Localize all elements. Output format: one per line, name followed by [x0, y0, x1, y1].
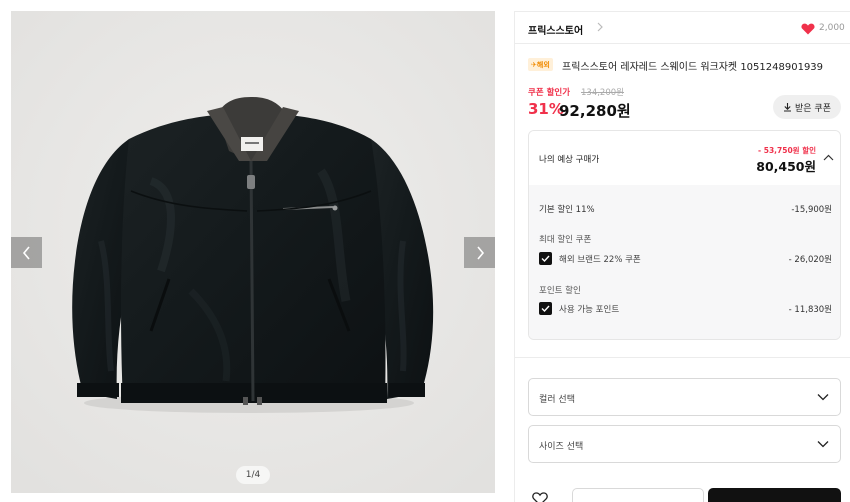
coupon-price-label: 쿠폰 할인가 — [528, 88, 571, 98]
available-points-label: 사용 가능 포인트 — [559, 305, 620, 315]
estimated-savings: - 53,750원 할인 — [758, 146, 816, 155]
price-breakdown: 기본 할인 11% -15,900원 최대 할인 쿠폰 해외 브랜드 22% 쿠… — [529, 185, 840, 339]
overseas-badge-label: 해외 — [536, 60, 550, 69]
received-coupon-button[interactable]: 받은 쿠폰 — [773, 95, 841, 119]
download-icon — [784, 103, 791, 112]
store-name[interactable]: 프릭스스토어 — [528, 22, 583, 37]
chevron-left-icon — [22, 245, 30, 260]
max-coupon-label: 최대 할인 쿠폰 — [539, 235, 592, 245]
gallery-prev-button[interactable] — [11, 237, 42, 268]
original-price: 134,200원 — [581, 88, 624, 98]
points-checkbox[interactable] — [539, 302, 552, 315]
color-select-label: 컬러 선택 — [539, 395, 575, 405]
size-select-label: 사이즈 선택 — [539, 442, 584, 452]
estimated-price: 80,450원 — [756, 159, 816, 174]
product-image-gallery[interactable]: 1/4 — [11, 11, 495, 493]
chevron-right-small-icon — [597, 22, 603, 32]
point-discount-label: 포인트 할인 — [539, 286, 581, 296]
coupon-checkbox[interactable] — [539, 252, 552, 265]
product-info-panel: 프릭스스토어 2,000 ✈ 해외 프릭스스토어 레자레드 스웨이드 워크자켓 1… — [514, 11, 850, 502]
overseas-badge: ✈ 해외 — [528, 58, 553, 71]
gallery-next-button[interactable] — [464, 237, 495, 268]
chevron-right-icon — [476, 245, 484, 260]
estimated-price-label: 나의 예상 구매가 — [539, 155, 600, 165]
like-count: 2,000 — [819, 23, 845, 33]
chevron-down-icon — [817, 394, 829, 401]
product-title: 프릭스스토어 레자레드 스웨이드 워크자켓 1051248901939 — [562, 62, 824, 73]
estimated-price-box: 나의 예상 구매가 - 53,750원 할인 80,450원 기본 할인 11%… — [528, 130, 841, 340]
buy-now-button[interactable] — [708, 488, 841, 502]
available-points-value: - 11,830원 — [788, 305, 832, 315]
add-to-cart-button[interactable] — [572, 488, 704, 502]
check-icon — [541, 305, 550, 312]
color-select[interactable]: 컬러 선택 — [528, 378, 841, 416]
store-row[interactable]: 프릭스스토어 2,000 — [515, 12, 850, 44]
estimated-price-header[interactable]: 나의 예상 구매가 - 53,750원 할인 80,450원 — [529, 131, 840, 185]
base-discount-label: 기본 할인 11% — [539, 205, 595, 215]
chevron-down-icon — [817, 441, 829, 448]
brand-coupon-label: 해외 브랜드 22% 쿠폰 — [559, 255, 641, 265]
heart-outline-icon[interactable] — [532, 492, 548, 502]
product-image-jacket — [11, 11, 495, 493]
sale-price: 92,280원 — [559, 102, 631, 120]
chevron-up-icon[interactable] — [823, 154, 834, 161]
base-discount-value: -15,900원 — [791, 205, 832, 215]
check-icon — [541, 255, 550, 262]
size-select[interactable]: 사이즈 선택 — [528, 425, 841, 463]
heart-filled-icon[interactable] — [801, 23, 815, 35]
brand-coupon-value: - 26,020원 — [788, 255, 832, 265]
received-coupon-label: 받은 쿠폰 — [795, 103, 831, 114]
image-counter: 1/4 — [236, 466, 270, 484]
section-divider — [515, 357, 850, 358]
